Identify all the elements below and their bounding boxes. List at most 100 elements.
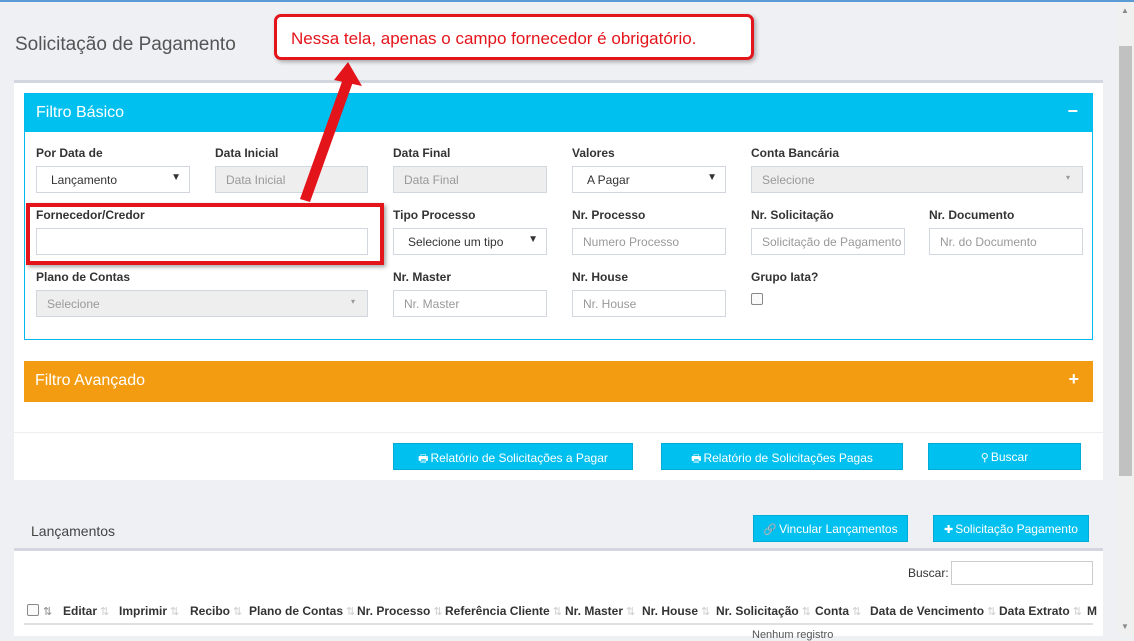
buscar-label: Buscar	[990, 450, 1029, 464]
column-header-label: Imprimir	[119, 604, 168, 618]
plano-de-contas-value: Selecione	[47, 297, 100, 311]
page-title: Solicitação de Pagamento	[15, 34, 236, 55]
relatorio-a-pagar-label: Relatório de Solicitações a Pagar	[430, 451, 608, 465]
buscar-button[interactable]: ⚲ Buscar	[928, 443, 1081, 470]
plus-icon: ✚	[944, 524, 954, 536]
annotation-callout: Nessa tela, apenas o campo fornecedor é …	[274, 14, 754, 60]
vincular-lancamentos-button[interactable]: 🔗 Vincular Lançamentos	[753, 515, 908, 542]
tipo-processo-value: Selecione um tipo	[408, 235, 504, 249]
divider	[14, 432, 1103, 433]
caret-down-icon: ▾	[350, 297, 355, 306]
relatorio-a-pagar-button[interactable]: 🖶 Relatório de Solicitações a Pagar	[393, 443, 633, 470]
nr-documento-label: Nr. Documento	[929, 208, 1015, 222]
scrollbar-thumb[interactable]	[1119, 46, 1132, 476]
column-header-label: Recibo	[190, 604, 231, 618]
search-icon: ⚲	[980, 452, 989, 464]
nr-master-input[interactable]: Nr. Master	[393, 290, 547, 317]
collapse-icon[interactable]: −	[1067, 101, 1078, 122]
sort-icon: ⇅	[801, 606, 811, 618]
column-header[interactable]: Nr. House ⇅	[642, 604, 710, 618]
filtro-avancado-title: Filtro Avançado	[35, 372, 145, 389]
caret-down-icon: ▼	[528, 234, 538, 245]
sort-icon: ⇅	[701, 606, 711, 618]
relatorio-pagas-button[interactable]: 🖶 Relatório de Solicitações Pagas	[661, 443, 903, 470]
scroll-up-icon[interactable]: ▲	[1121, 6, 1129, 15]
column-header[interactable]: Nr. Processo ⇅	[357, 604, 443, 618]
nova-solicitacao-label: Solicitação Pagamento	[955, 522, 1078, 536]
scrollbar[interactable]: ▲ ▼	[1117, 2, 1134, 636]
valores-label: Valores	[572, 146, 615, 160]
caret-down-icon: ▼	[171, 172, 181, 183]
data-inicial-input[interactable]: Data Inicial	[215, 166, 368, 193]
nr-processo-input[interactable]: Numero Processo	[572, 228, 726, 255]
column-header[interactable]: Plano de Contas ⇅	[249, 604, 355, 618]
data-final-label: Data Final	[393, 146, 451, 160]
column-header[interactable]: Imprimir ⇅	[119, 604, 179, 618]
conta-bancaria-value: Selecione	[762, 173, 815, 187]
valores-select[interactable]: A Pagar ▼	[572, 166, 726, 193]
column-header[interactable]: Data Extrato ⇅	[999, 604, 1082, 618]
top-border	[0, 0, 1134, 2]
por-data-de-label: Por Data de	[36, 146, 103, 160]
tipo-processo-select[interactable]: Selecione um tipo ▼	[393, 228, 547, 255]
column-header-label: Conta	[815, 604, 849, 618]
filtro-avancado-header[interactable]: Filtro Avançado +	[24, 361, 1093, 402]
search-label: Buscar:	[908, 566, 949, 580]
sort-icon: ⇅	[1072, 606, 1082, 618]
sort-icon[interactable]: ⇅	[43, 604, 52, 618]
scroll-down-icon[interactable]: ▼	[1121, 622, 1129, 631]
column-header[interactable]: Data de Vencimento ⇅	[870, 604, 996, 618]
filtro-basico-header[interactable]: Filtro Básico −	[25, 94, 1092, 132]
select-all-checkbox[interactable]	[27, 604, 39, 616]
valores-value: A Pagar	[587, 173, 630, 187]
column-header-label: Plano de Contas	[249, 604, 344, 618]
sort-icon: ⇅	[852, 606, 862, 618]
column-header-label: Data de Vencimento	[870, 604, 985, 618]
conta-bancaria-select[interactable]: Selecione ▾	[751, 166, 1083, 193]
nr-documento-input[interactable]: Nr. do Documento	[929, 228, 1083, 255]
plano-de-contas-select[interactable]: Selecione ▾	[36, 290, 368, 317]
empty-table-message: Nenhum registro	[752, 629, 834, 641]
column-header[interactable]: Conta ⇅	[815, 604, 861, 618]
filtro-basico-title: Filtro Básico	[36, 104, 125, 121]
data-final-input[interactable]: Data Final	[393, 166, 547, 193]
column-header-label: Referência Cliente	[445, 604, 550, 618]
nr-master-label: Nr. Master	[393, 270, 452, 284]
nr-solicitacao-label: Nr. Solicitação	[751, 208, 834, 222]
column-header-label: Nr. House	[642, 604, 699, 618]
expand-icon[interactable]: +	[1068, 369, 1079, 390]
caret-down-icon: ▾	[1065, 173, 1070, 182]
nr-house-input[interactable]: Nr. House	[572, 290, 726, 317]
search-input[interactable]	[951, 561, 1093, 585]
nr-house-label: Nr. House	[572, 270, 629, 284]
data-inicial-label: Data Inicial	[215, 146, 279, 160]
nova-solicitacao-button[interactable]: ✚ Solicitação Pagamento	[933, 515, 1089, 542]
column-header[interactable]: Nr. Solicitação ⇅	[716, 604, 811, 618]
por-data-de-select[interactable]: Lançamento ▼	[36, 166, 190, 193]
link-icon: 🔗	[763, 524, 778, 536]
sort-icon: ⇅	[626, 606, 636, 618]
por-data-de-value: Lançamento	[51, 173, 118, 187]
plano-de-contas-label: Plano de Contas	[36, 270, 131, 284]
column-header[interactable]: Referência Cliente ⇅	[445, 604, 562, 618]
column-header[interactable]: Nr. Master ⇅	[565, 604, 635, 618]
column-header-label: Nr. Processo	[357, 604, 431, 618]
grupo-iata-checkbox[interactable]	[751, 293, 763, 305]
column-header-label: Nr. Solicitação	[716, 604, 799, 618]
sort-icon: ⇅	[346, 606, 356, 618]
vincular-label: Vincular Lançamentos	[779, 522, 898, 536]
conta-bancaria-label: Conta Bancária	[751, 146, 840, 160]
sort-icon: ⇅	[100, 606, 110, 618]
column-header[interactable]: Recibo ⇅	[190, 604, 242, 618]
column-header[interactable]: Editar ⇅	[63, 604, 109, 618]
sort-icon: ⇅	[987, 606, 997, 618]
relatorio-pagas-label: Relatório de Solicitações Pagas	[703, 451, 873, 465]
column-header[interactable]: M	[1087, 604, 1097, 618]
nr-solicitacao-input[interactable]: Solicitação de Pagamento	[751, 228, 905, 255]
sort-icon: ⇅	[433, 606, 443, 618]
sort-icon: ⇅	[233, 606, 243, 618]
table-header-border	[24, 623, 1093, 625]
lancamentos-title: Lançamentos	[31, 523, 116, 539]
column-header-label: Editar	[63, 604, 98, 618]
nr-processo-label: Nr. Processo	[572, 208, 646, 222]
